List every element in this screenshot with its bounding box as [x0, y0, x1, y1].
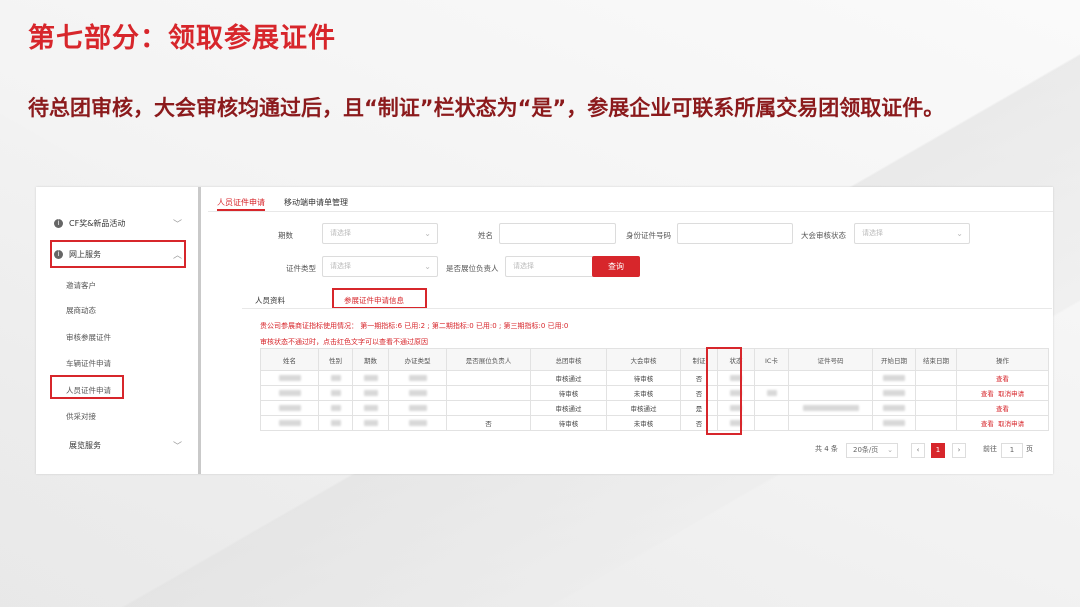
review-hint: 审核状态不通过时，点击红色文字可以查看不通过原因 — [260, 338, 428, 346]
chevron-down-icon: ﹀ — [172, 441, 182, 452]
cert-type-label: 证件类型 — [286, 264, 316, 273]
view-link[interactable]: 查看 — [981, 420, 994, 428]
sidebar-subitem-invite[interactable]: 邀请客户 — [66, 280, 96, 291]
cert-type-placeholder: 请选择 — [330, 262, 351, 270]
chevron-down-icon: ⌄ — [887, 446, 893, 454]
col-header: 开始日期 — [872, 348, 916, 371]
next-page-button[interactable]: › — [952, 443, 966, 458]
page-size-value: 20条/页 — [853, 446, 879, 454]
goto-input[interactable]: 1 — [1001, 443, 1023, 458]
slide-subtitle: 待总团审核，大会审核均通过后，且“制证”栏状态为“是”，参展企业可联系所属交易团… — [28, 96, 945, 120]
view-link[interactable]: 查看 — [996, 375, 1009, 383]
col-header: 性别 — [318, 348, 353, 371]
query-button[interactable]: 查询 — [592, 256, 640, 277]
name-label: 姓名 — [478, 231, 493, 240]
page-1-button[interactable]: 1 — [931, 443, 945, 458]
id-label: 身份证件号码 — [626, 231, 671, 240]
booth-head-placeholder: 请选择 — [513, 262, 534, 270]
fair-review-cell: 未审核 — [606, 385, 681, 401]
col-header: 操作 — [956, 348, 1049, 371]
col-header: 证件号码 — [788, 348, 873, 371]
col-header: 结束日期 — [915, 348, 957, 371]
prev-page-button[interactable]: ‹ — [911, 443, 925, 458]
col-header: 姓名 — [260, 348, 319, 371]
app-screenshot: i CF奖&新品活动 ﹀ i 网上服务 ︿ 邀请客户 展商动态 审核参展证件 车… — [36, 187, 1053, 474]
group-review-cell: 审核通过 — [530, 400, 607, 416]
col-header: 总团审核 — [530, 348, 607, 371]
col-header: IC卡 — [754, 348, 789, 371]
pager-total: 共 4 条 — [815, 445, 838, 453]
tab-personnel-info[interactable]: 人员资料 — [255, 295, 285, 306]
main-panel: 人员证件申请 移动端申请单管理 期数 请选择 ⌄ 姓名 身份证件号码 大会审核状… — [208, 187, 1053, 474]
period-select[interactable]: 请选择 ⌄ — [322, 223, 438, 244]
cert-table: 姓名 性别 期数 办证类型 是否展位负责人 总团审核 大会审核 制证 状态 IC… — [260, 348, 1049, 431]
col-header: 期数 — [352, 348, 389, 371]
group-review-cell: 审核通过 — [530, 370, 607, 386]
sidebar-divider — [198, 187, 201, 474]
period-placeholder: 请选择 — [330, 229, 351, 237]
sidebar-subitem-review-cert[interactable]: 审核参展证件 — [66, 332, 111, 343]
table-header-row: 姓名 性别 期数 办证类型 是否展位负责人 总团审核 大会审核 制证 状态 IC… — [260, 348, 1049, 371]
table-row: 审核通过 审核通过 是 查看 — [260, 400, 1049, 416]
cancel-apply-link[interactable]: 取消申请 — [998, 390, 1024, 398]
sidebar-item-exhibition-service[interactable]: 展览服务 ﹀ — [54, 432, 188, 458]
col-header: 大会审核 — [606, 348, 681, 371]
view-link[interactable]: 查看 — [981, 390, 994, 398]
booth-head-cell — [446, 370, 531, 386]
group-review-cell: 待审核 — [530, 415, 607, 431]
goto-label: 前往 — [983, 445, 997, 453]
sub-tab-divider — [242, 308, 1052, 309]
col-header: 办证类型 — [388, 348, 447, 371]
sidebar: i CF奖&新品活动 ﹀ i 网上服务 ︿ 邀请客户 展商动态 审核参展证件 车… — [36, 187, 196, 474]
view-link[interactable]: 查看 — [996, 405, 1009, 413]
slide-title: 第七部分：领取参展证件 — [28, 23, 336, 54]
sidebar-subitem-news[interactable]: 展商动态 — [66, 305, 96, 316]
cancel-apply-link[interactable]: 取消申请 — [998, 420, 1024, 428]
chevron-down-icon: ⌄ — [424, 229, 431, 238]
col-header: 是否展位负责人 — [446, 348, 531, 371]
fair-review-cell: 未审核 — [606, 415, 681, 431]
id-input[interactable] — [677, 223, 793, 244]
highlight-box — [332, 288, 427, 309]
tab-mobile-manage[interactable]: 移动端申请单管理 — [284, 197, 348, 208]
tab-personnel-cert[interactable]: 人员证件申请 — [217, 197, 265, 208]
highlight-box — [50, 375, 124, 399]
sidebar-item-label: 展览服务 — [69, 440, 101, 450]
booth-head-cell — [446, 400, 531, 416]
page-size-select[interactable]: 20条/页 ⌄ — [846, 443, 898, 458]
chevron-down-icon: ﹀ — [172, 219, 182, 230]
period-label: 期数 — [278, 231, 293, 240]
cert-type-select[interactable]: 请选择 ⌄ — [322, 256, 438, 277]
booth-head-cell — [446, 385, 531, 401]
chevron-down-icon: ⌄ — [424, 262, 431, 271]
page-unit-label: 页 — [1026, 445, 1033, 453]
table-row: 待审核 未审核 否 查看 取消申请 — [260, 385, 1049, 401]
name-input[interactable] — [499, 223, 616, 244]
table-row: 审核通过 待审核 否 查看 — [260, 370, 1049, 386]
highlight-box — [706, 347, 742, 435]
review-status-select[interactable]: 请选择 ⌄ — [854, 223, 970, 244]
sidebar-item-cf-award[interactable]: i CF奖&新品活动 ﹀ — [54, 210, 188, 236]
sidebar-item-label: CF奖&新品活动 — [69, 218, 126, 228]
sidebar-subitem-vehicle-cert[interactable]: 车辆证件申请 — [66, 358, 111, 369]
highlight-box — [50, 240, 186, 268]
tab-divider — [208, 211, 1053, 212]
review-placeholder: 请选择 — [862, 229, 883, 237]
info-icon: i — [54, 218, 63, 228]
review-status-label: 大会审核状态 — [801, 231, 846, 240]
fair-review-cell: 审核通过 — [606, 400, 681, 416]
fair-review-cell: 待审核 — [606, 370, 681, 386]
sidebar-subitem-supply[interactable]: 供采对接 — [66, 411, 96, 422]
group-review-cell: 待审核 — [530, 385, 607, 401]
booth-head-cell: 否 — [446, 415, 531, 431]
chevron-down-icon: ⌄ — [956, 229, 963, 238]
booth-head-label: 是否展位负责人 — [446, 264, 499, 273]
quota-notice: 贵公司参展商证指标使用情况： 第一期指标:6 已用:2 ; 第二期指标:0 已用… — [260, 322, 569, 330]
table-row: 否 待审核 未审核 否 查看 取消申请 — [260, 415, 1049, 431]
